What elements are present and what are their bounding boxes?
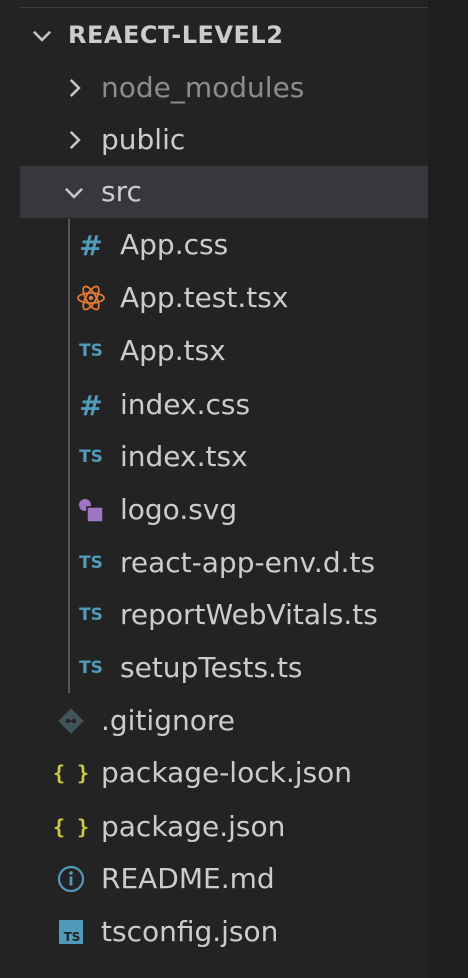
svg-file-icon <box>76 495 106 525</box>
explorer-root-folder[interactable]: REAECT-LEVEL2 <box>20 9 428 61</box>
svg-text:TS: TS <box>79 341 103 361</box>
tree-item-label: index.tsx <box>120 440 248 473</box>
react-atom-icon <box>76 283 106 313</box>
svg-text:{ }: { } <box>53 761 89 785</box>
panel-divider <box>20 7 428 8</box>
tree-item-label: tsconfig.json <box>101 915 279 948</box>
svg-text:TS: TS <box>79 658 103 678</box>
tree-item-gitignore[interactable]: .gitignore <box>20 695 428 747</box>
tree-item-label: setupTests.ts <box>120 651 303 684</box>
chevron-down-icon[interactable] <box>28 21 56 49</box>
tree-item-public[interactable]: public <box>20 114 428 166</box>
tree-item-react-app-env[interactable]: TS react-app-env.d.ts <box>20 537 428 589</box>
chevron-right-icon[interactable] <box>60 74 88 102</box>
chevron-down-icon[interactable] <box>60 178 88 206</box>
tree-item-label: public <box>101 123 186 156</box>
tree-item-label: App.css <box>120 228 229 261</box>
svg-text:TS: TS <box>64 930 81 944</box>
typescript-icon: TS <box>76 653 106 683</box>
tree-item-label: reportWebVitals.ts <box>120 598 378 631</box>
svg-text:{ }: { } <box>53 815 89 839</box>
svg-text:#: # <box>79 229 102 262</box>
json-braces-icon: { } <box>53 758 89 788</box>
css-hash-icon: # <box>76 389 106 422</box>
tree-item-index-css[interactable]: # index.css <box>20 379 428 431</box>
activity-bar-edge <box>0 0 20 978</box>
tree-item-report-web-vitals[interactable]: TS reportWebVitals.ts <box>20 589 428 641</box>
svg-text:TS: TS <box>79 553 103 573</box>
tree-item-readme[interactable]: README.md <box>20 853 428 905</box>
svg-text:TS: TS <box>79 605 103 625</box>
tree-item-node-modules[interactable]: node_modules <box>20 62 428 114</box>
typescript-icon: TS <box>76 442 106 472</box>
typescript-icon: TS <box>76 548 106 578</box>
tree-item-label: App.test.tsx <box>120 281 289 314</box>
typescript-icon: TS <box>76 336 106 366</box>
tree-item-setup-tests[interactable]: TS setupTests.ts <box>20 642 428 694</box>
tree-item-label: node_modules <box>101 71 305 104</box>
css-hash-icon: # <box>76 229 106 262</box>
editor-window: REAECT-LEVEL2 node_modules public src # … <box>0 0 468 978</box>
tsconfig-icon: TS <box>56 917 86 947</box>
svg-text:TS: TS <box>79 447 103 467</box>
tree-item-label: src <box>101 175 142 208</box>
tree-item-app-test-tsx[interactable]: App.test.tsx <box>20 272 428 324</box>
editor-area-edge <box>428 0 468 978</box>
tree-item-label: index.css <box>120 388 251 421</box>
tree-item-index-tsx[interactable]: TS index.tsx <box>20 431 428 483</box>
tree-item-app-css[interactable]: # App.css <box>20 219 428 271</box>
tree-item-label: logo.svg <box>120 493 238 526</box>
info-icon <box>56 864 86 894</box>
tree-item-label: README.md <box>101 862 275 895</box>
tree-item-package-lock-json[interactable]: { } package-lock.json <box>20 747 428 799</box>
tree-item-tsconfig[interactable]: TS tsconfig.json <box>20 906 428 958</box>
tree-item-package-json[interactable]: { } package.json <box>20 801 428 853</box>
typescript-icon: TS <box>76 600 106 630</box>
json-braces-icon: { } <box>53 812 89 842</box>
tree-item-label: package-lock.json <box>101 756 352 789</box>
tree-item-app-tsx[interactable]: TS App.tsx <box>20 325 428 377</box>
tree-item-src[interactable]: src <box>20 166 428 218</box>
tree-item-label: App.tsx <box>120 334 226 367</box>
tree-item-label: .gitignore <box>101 704 235 737</box>
tree-item-label: package.json <box>101 810 286 843</box>
tree-item-logo-svg[interactable]: logo.svg <box>20 484 428 536</box>
tree-item-label: react-app-env.d.ts <box>120 546 376 579</box>
svg-text:#: # <box>79 389 102 422</box>
root-folder-label: REAECT-LEVEL2 <box>68 21 284 49</box>
chevron-right-icon[interactable] <box>60 126 88 154</box>
git-icon <box>56 706 86 736</box>
